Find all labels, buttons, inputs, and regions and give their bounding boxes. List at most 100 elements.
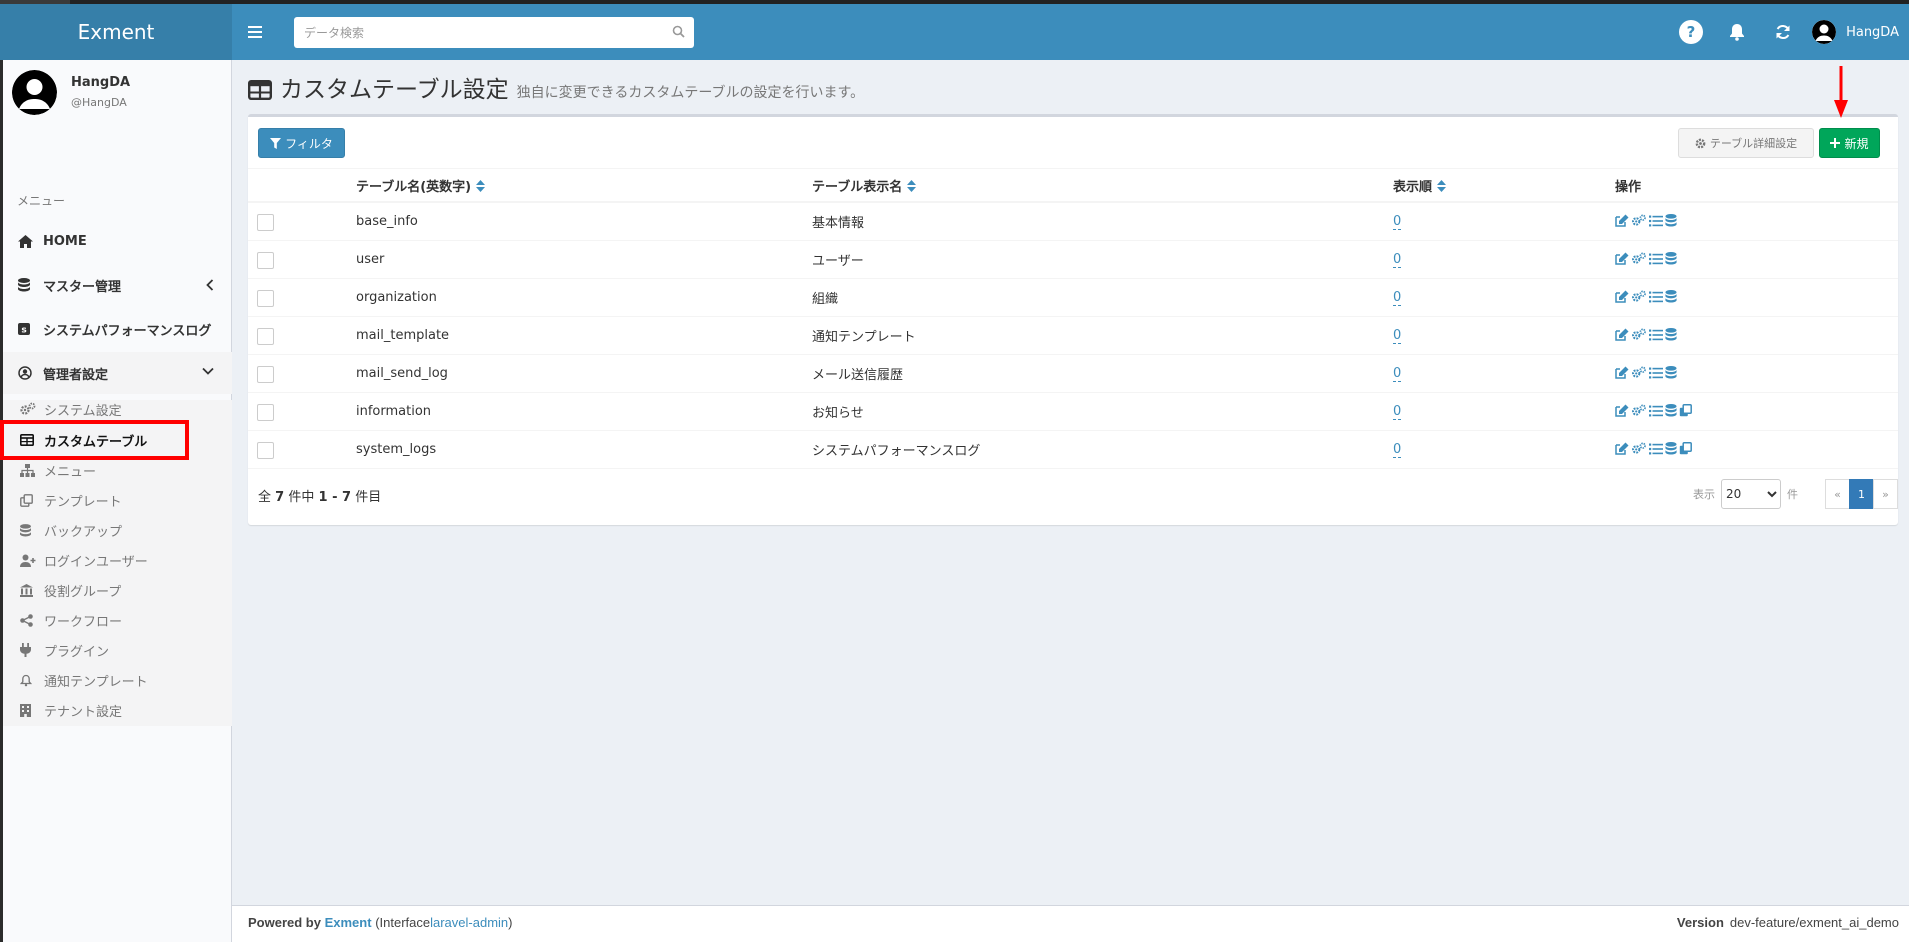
sidebar-toggle-button[interactable] <box>240 4 270 60</box>
row-action-gears[interactable] <box>1631 214 1647 227</box>
database-icon <box>1665 404 1677 417</box>
row-action-gears[interactable] <box>1631 290 1647 303</box>
avatar <box>12 69 57 115</box>
notification-button[interactable] <box>1714 4 1760 60</box>
row-action-database[interactable] <box>1665 328 1677 341</box>
cell-order[interactable]: 0 <box>1393 355 1402 392</box>
row-action-gears[interactable] <box>1631 366 1647 379</box>
sidebar-item-home[interactable]: HOME <box>3 220 232 262</box>
pagination-page[interactable]: 1 <box>1849 479 1874 509</box>
row-action-list[interactable] <box>1649 215 1663 227</box>
row-checkbox[interactable] <box>257 214 274 231</box>
sidebar-subitem-login-user[interactable]: ログインユーザー <box>3 545 232 575</box>
row-action-gears[interactable] <box>1631 328 1647 341</box>
sidebar-subitem-label: テンプレート <box>44 494 122 510</box>
sidebar-subitem-role-group[interactable]: 役割グループ <box>3 575 232 605</box>
cell-order[interactable]: 0 <box>1393 431 1402 468</box>
row-checkbox[interactable] <box>257 290 274 307</box>
pagination-prev[interactable]: « <box>1825 479 1850 509</box>
row-action-list[interactable] <box>1649 443 1663 455</box>
sidebar-subitem-plugin[interactable]: プラグイン <box>3 635 232 665</box>
sidebar-subitem-notify-template[interactable]: 通知テンプレート <box>3 665 232 695</box>
database-icon <box>1665 252 1677 265</box>
row-action-copy[interactable] <box>1679 404 1692 417</box>
row-action-edit[interactable] <box>1615 290 1629 303</box>
cell-order[interactable]: 0 <box>1393 393 1402 430</box>
app-logo[interactable]: Exment <box>0 4 232 60</box>
cell-order[interactable]: 0 <box>1393 279 1402 316</box>
row-action-database[interactable] <box>1665 290 1677 303</box>
row-action-edit[interactable] <box>1615 252 1629 265</box>
row-action-database[interactable] <box>1665 404 1677 417</box>
page-title: カスタムテーブル設定 <box>280 77 509 103</box>
sidebar: HangDA @HangDA メニュー HOME マスター管理 s システムパフ… <box>0 60 232 942</box>
sidebar-subitem-label: メニュー <box>44 464 97 480</box>
table-detail-settings-button[interactable]: テーブル詳細設定 <box>1678 128 1814 158</box>
row-action-database[interactable] <box>1665 366 1677 379</box>
filter-button[interactable]: フィルタ <box>258 128 345 158</box>
row-action-edit[interactable] <box>1615 442 1629 455</box>
row-checkbox[interactable] <box>257 442 274 459</box>
sidebar-item-performance-log[interactable]: s システムパフォーマンスログ <box>3 308 232 350</box>
row-action-edit[interactable] <box>1615 214 1629 227</box>
sidebar-subitem-template[interactable]: テンプレート <box>3 485 232 515</box>
refresh-button[interactable] <box>1760 4 1806 60</box>
row-action-gears[interactable] <box>1631 252 1647 265</box>
cell-display-name: お知らせ <box>812 406 864 421</box>
row-action-edit[interactable] <box>1615 404 1629 417</box>
building-icon <box>20 703 31 717</box>
row-checkbox[interactable] <box>257 328 274 345</box>
cell-table-name: information <box>356 404 432 419</box>
row-action-copy[interactable] <box>1679 442 1692 455</box>
row-action-edit[interactable] <box>1615 366 1629 379</box>
row-action-gears[interactable] <box>1631 442 1647 455</box>
column-header-order[interactable]: 表示順 <box>1393 169 1447 202</box>
search-icon[interactable] <box>672 25 685 38</box>
row-checkbox[interactable] <box>257 404 274 421</box>
row-actions <box>1615 214 1679 227</box>
cell-order[interactable]: 0 <box>1393 241 1402 278</box>
row-action-list[interactable] <box>1649 329 1663 341</box>
per-page-select[interactable]: 20 <box>1721 479 1781 509</box>
column-header-table-name[interactable]: テーブル名(英数字) <box>356 169 486 202</box>
pagination-next[interactable]: » <box>1873 479 1898 509</box>
user-panel-id: @HangDA <box>71 96 127 109</box>
list-icon <box>1649 253 1663 265</box>
edit-icon <box>1615 442 1629 455</box>
new-button[interactable]: 新規 <box>1819 128 1880 158</box>
row-action-list[interactable] <box>1649 253 1663 265</box>
gears-icon <box>1631 366 1647 379</box>
sidebar-item-master[interactable]: マスター管理 <box>3 264 232 306</box>
sidebar-item-label: マスター管理 <box>43 279 122 295</box>
table-detail-settings-label: テーブル詳細設定 <box>1709 137 1798 150</box>
sidebar-subitem-workflow[interactable]: ワークフロー <box>3 605 232 635</box>
table-row: mail_send_log メール送信履歴 0 <box>248 355 1898 393</box>
row-action-list[interactable] <box>1649 291 1663 303</box>
cell-display-name: 通知テンプレート <box>812 330 916 345</box>
footer-version: Version dev-feature/exment_ai_demo <box>1676 915 1899 930</box>
chevron-left-icon <box>206 279 214 291</box>
cell-order[interactable]: 0 <box>1393 317 1402 354</box>
footer-brand-link[interactable]: Exment <box>325 915 372 930</box>
cell-order[interactable]: 0 <box>1393 203 1402 240</box>
list-icon <box>1649 329 1663 341</box>
row-action-database[interactable] <box>1665 442 1677 455</box>
search-input[interactable] <box>294 17 694 48</box>
sidebar-subitem-tenant-settings[interactable]: テナント設定 <box>3 695 232 725</box>
gears-icon <box>1631 404 1647 417</box>
sidebar-subitem-backup[interactable]: バックアップ <box>3 515 232 545</box>
row-checkbox[interactable] <box>257 252 274 269</box>
row-action-gears[interactable] <box>1631 404 1647 417</box>
help-button[interactable]: ? <box>1668 4 1714 60</box>
row-action-database[interactable] <box>1665 252 1677 265</box>
footer-interface-link[interactable]: laravel-admin <box>430 915 508 930</box>
row-checkbox[interactable] <box>257 366 274 383</box>
row-action-database[interactable] <box>1665 214 1677 227</box>
plus-icon <box>1830 138 1841 148</box>
row-action-edit[interactable] <box>1615 328 1629 341</box>
row-action-list[interactable] <box>1649 405 1663 417</box>
row-action-list[interactable] <box>1649 367 1663 379</box>
user-menu[interactable]: HangDA <box>1806 4 1909 60</box>
sidebar-item-admin-settings[interactable]: 管理者設定 <box>3 352 232 394</box>
column-header-display-name[interactable]: テーブル表示名 <box>812 169 917 202</box>
